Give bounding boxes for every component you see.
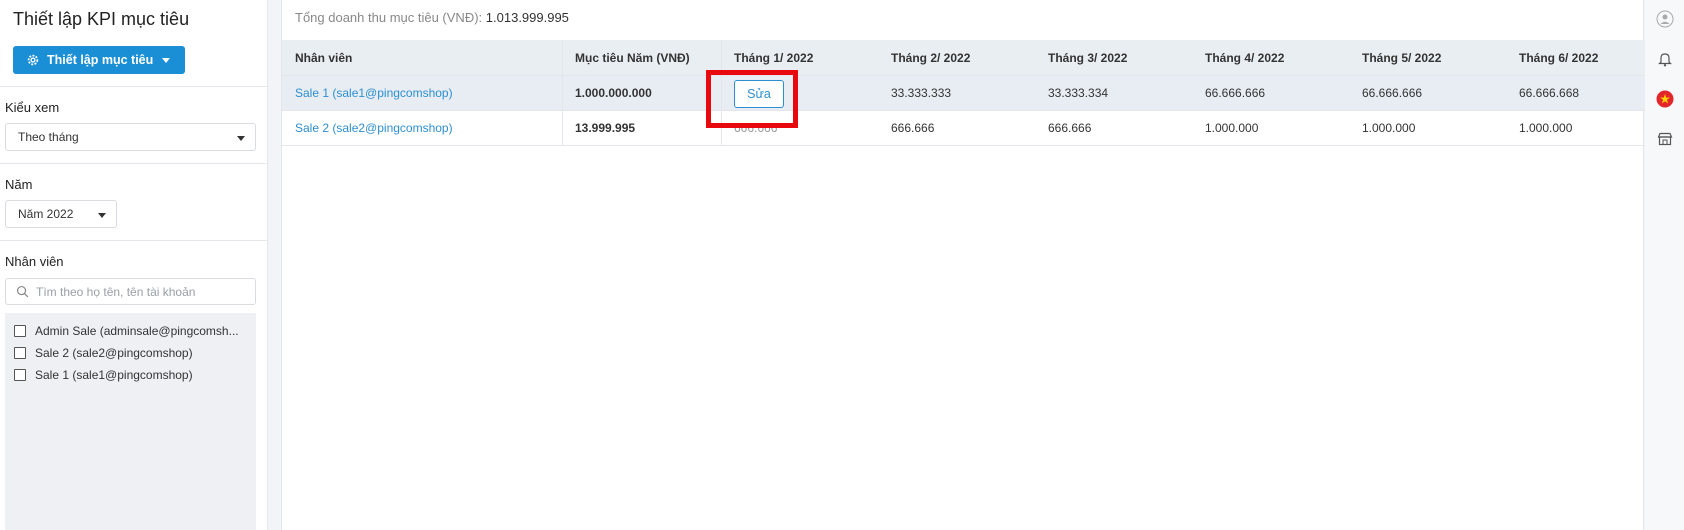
header-month-6: Tháng 6/ 2022 bbox=[1519, 50, 1599, 65]
month-2-value: 33.333.333 bbox=[891, 86, 952, 100]
employee-checkbox-item[interactable]: Admin Sale (adminsale@pingcomsh... bbox=[5, 320, 256, 342]
month-5-value: 1.000.000 bbox=[1362, 121, 1416, 135]
column-divider bbox=[562, 111, 563, 145]
sidebar: Thiết lập KPI mục tiêu Thiết lập mục tiê… bbox=[0, 0, 268, 530]
employee-link[interactable]: Sale 2 (sale2@pingcomshop) bbox=[295, 111, 453, 145]
month-6-value: 66.666.668 bbox=[1519, 86, 1580, 100]
year-target-value: 13.999.995 bbox=[575, 121, 636, 135]
divider bbox=[0, 240, 268, 241]
caret-down-icon bbox=[237, 136, 245, 141]
header-year-target: Mục tiêu Năm (VNĐ) bbox=[575, 50, 690, 65]
employee-item-label: Admin Sale (adminsale@pingcomsh... bbox=[35, 324, 239, 338]
header-employee: Nhân viên bbox=[295, 50, 353, 65]
setup-target-label: Thiết lập mục tiêu bbox=[47, 53, 154, 67]
employee-checkbox-item[interactable]: Sale 2 (sale2@pingcomshop) bbox=[5, 342, 256, 364]
store-icon[interactable] bbox=[1656, 130, 1674, 148]
employee-checkbox-item[interactable]: Sale 1 (sale1@pingcomshop) bbox=[5, 364, 256, 386]
caret-down-icon bbox=[98, 213, 106, 218]
month-4-value: 66.666.666 bbox=[1205, 86, 1266, 100]
search-placeholder: Tìm theo họ tên, tên tài khoản bbox=[36, 284, 196, 299]
total-target-label: Tổng doanh thu mục tiêu (VNĐ): bbox=[295, 10, 483, 25]
table-header-row: Nhân viên Mục tiêu Năm (VNĐ) Tháng 1/ 20… bbox=[282, 40, 1645, 76]
divider bbox=[0, 163, 268, 164]
bell-icon[interactable] bbox=[1656, 50, 1674, 68]
month-4-value: 1.000.000 bbox=[1205, 121, 1259, 135]
employee-list: Admin Sale (adminsale@pingcomsh... Sale … bbox=[5, 313, 256, 530]
total-target-value: 1.013.999.995 bbox=[485, 10, 569, 25]
view-type-value: Theo tháng bbox=[18, 130, 79, 144]
right-rail bbox=[1645, 0, 1684, 530]
view-type-select[interactable]: Theo tháng bbox=[5, 123, 256, 151]
employee-link[interactable]: Sale 1 (sale1@pingcomshop) bbox=[295, 76, 453, 110]
user-avatar-icon[interactable] bbox=[1656, 10, 1674, 28]
search-icon bbox=[16, 285, 29, 298]
vietnam-flag-icon[interactable] bbox=[1656, 90, 1674, 108]
highlight-box bbox=[706, 70, 798, 128]
employee-item-label: Sale 2 (sale2@pingcomshop) bbox=[35, 346, 193, 360]
header-month-2: Tháng 2/ 2022 bbox=[891, 50, 971, 65]
employee-item-label: Sale 1 (sale1@pingcomshop) bbox=[35, 368, 193, 382]
header-month-3: Tháng 3/ 2022 bbox=[1048, 50, 1128, 65]
year-select[interactable]: Năm 2022 bbox=[5, 200, 117, 228]
month-6-value: 1.000.000 bbox=[1519, 121, 1573, 135]
month-3-value: 666.666 bbox=[1048, 121, 1092, 135]
month-2-value: 666.666 bbox=[891, 121, 935, 135]
month-3-value: 33.333.334 bbox=[1048, 86, 1109, 100]
employee-search-input[interactable]: Tìm theo họ tên, tên tài khoản bbox=[5, 278, 256, 305]
checkbox[interactable] bbox=[14, 325, 26, 337]
checkbox[interactable] bbox=[14, 347, 26, 359]
table-row[interactable]: Sale 2 (sale2@pingcomshop) 13.999.995 66… bbox=[282, 111, 1645, 146]
month-5-value: 66.666.666 bbox=[1362, 86, 1423, 100]
checkbox[interactable] bbox=[14, 369, 26, 381]
employees-label: Nhân viên bbox=[5, 254, 64, 269]
kpi-table: Nhân viên Mục tiêu Năm (VNĐ) Tháng 1/ 20… bbox=[282, 40, 1645, 146]
table-row[interactable]: Sale 1 (sale1@pingcomshop) 1.000.000.000… bbox=[282, 76, 1645, 111]
year-target-value: 1.000.000.000 bbox=[575, 86, 652, 100]
page-title: Thiết lập KPI mục tiêu bbox=[13, 9, 190, 29]
total-target: Tổng doanh thu mục tiêu (VNĐ): 1.013.999… bbox=[295, 10, 569, 25]
column-divider bbox=[562, 40, 563, 75]
column-divider bbox=[562, 76, 563, 110]
caret-down-icon bbox=[162, 57, 171, 63]
year-label: Năm bbox=[5, 177, 33, 192]
setup-target-button[interactable]: Thiết lập mục tiêu bbox=[13, 46, 185, 74]
year-value: Năm 2022 bbox=[18, 207, 74, 221]
kpi-main-panel: Tổng doanh thu mục tiêu (VNĐ): 1.013.999… bbox=[281, 0, 1645, 530]
divider bbox=[0, 86, 268, 87]
header-month-5: Tháng 5/ 2022 bbox=[1362, 50, 1442, 65]
view-type-label: Kiểu xem bbox=[5, 100, 60, 115]
header-month-4: Tháng 4/ 2022 bbox=[1205, 50, 1285, 65]
gear-icon bbox=[27, 54, 39, 66]
